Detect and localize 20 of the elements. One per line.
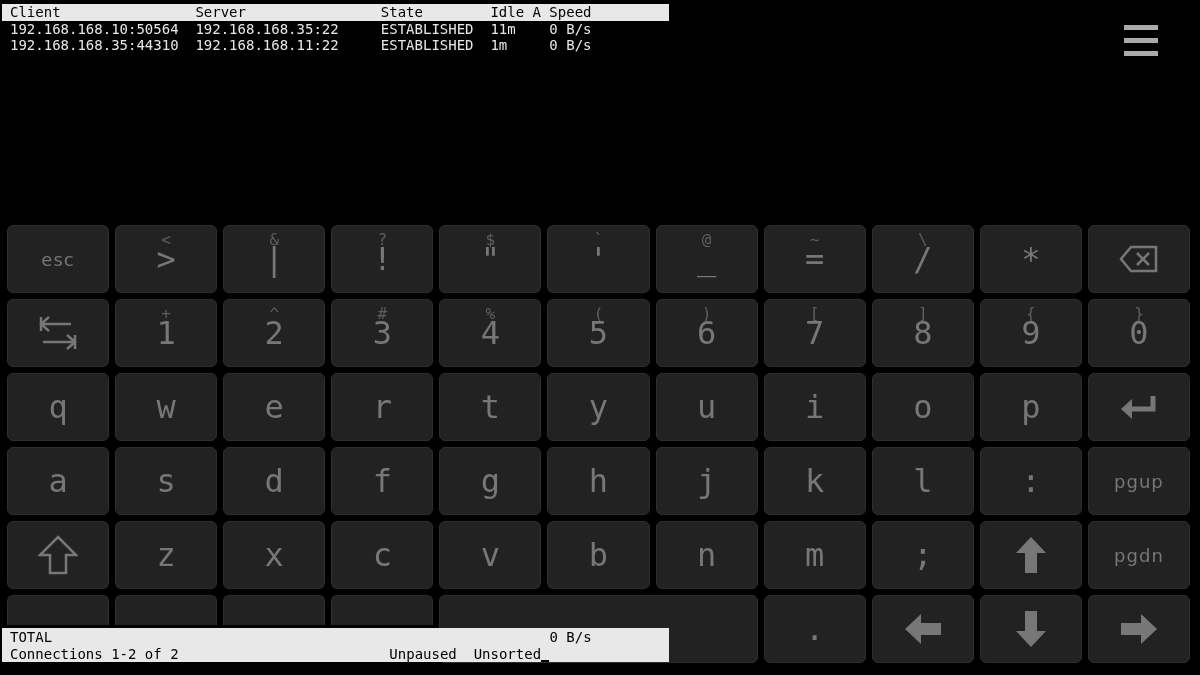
column-header: Server [195,4,247,21]
table-cell-text: 192.168.168.11:22 [195,37,340,54]
column-header: State [380,4,424,21]
table-cell-text: 192.168.168.35:44310 [10,37,180,54]
total-speed: 0 B/s [549,629,592,646]
column-header: Client [10,4,62,21]
table-cell-text: 0 B/s [549,37,593,54]
column-header: Idle A [490,4,542,21]
table-cell-text: 11m [490,20,517,37]
connection-count: Connections 1-2 of 2 [10,645,180,662]
table-cell-text: 0 B/s [549,20,593,37]
table-cell-text: 192.168.168.10:50564 [10,20,180,37]
pause-state: Unpaused [389,645,458,662]
sort-state: Unsorted [473,645,542,662]
table-cell-text: 1m [490,37,509,54]
table-cell-text: 192.168.168.35:22 [195,20,340,37]
column-header: Speed [549,4,593,21]
total-label: TOTAL [10,629,54,646]
table-cell-text: ESTABLISHED [380,37,475,54]
table-cell-text: ESTABLISHED [380,20,475,37]
